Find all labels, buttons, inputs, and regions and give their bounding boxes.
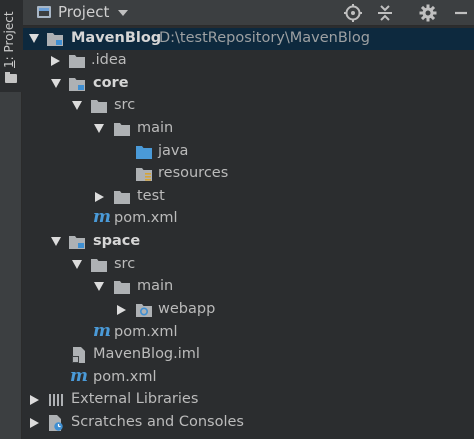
module-file-icon — [72, 347, 85, 363]
view-selector[interactable]: Project — [58, 3, 109, 21]
module-folder-icon — [69, 78, 85, 91]
pom-file-label: pom.xml — [114, 210, 178, 226]
expand-arrow-icon[interactable] — [30, 418, 39, 428]
folder-icon — [114, 191, 130, 204]
resources-folder-label: resources — [158, 165, 229, 181]
expand-arrow-icon[interactable] — [30, 395, 39, 405]
project-tool-tab[interactable]: 1: Project — [0, 0, 22, 92]
source-folder-icon — [136, 146, 152, 159]
pom-file-label: pom.xml — [93, 369, 157, 385]
folder-icon — [114, 281, 130, 294]
tree-node-space[interactable]: space — [23, 231, 474, 253]
external-libraries-label: External Libraries — [71, 391, 199, 407]
project-tool-tab-label: 1: Project — [2, 11, 16, 68]
tree-node-space-pom[interactable]: m pom.xml — [23, 321, 474, 344]
expand-arrow-icon[interactable] — [117, 305, 126, 315]
root-module-path: D:\testRepository\MavenBlog — [159, 30, 370, 46]
java-folder-label: java — [158, 143, 189, 159]
project-panel-header: Project — [23, 0, 474, 26]
expand-arrow-icon[interactable] — [72, 101, 82, 110]
module-folder-icon — [69, 236, 85, 249]
tree-node-core-src[interactable]: src — [23, 95, 474, 117]
webapp-folder-label: webapp — [158, 301, 216, 317]
tree-node-core[interactable]: core — [23, 73, 474, 95]
folder-icon — [91, 259, 107, 272]
tree-node-space-src[interactable]: src — [23, 254, 474, 276]
project-tree: MavenBlog D:\testRepository\MavenBlog .i… — [23, 27, 474, 439]
module-folder-icon — [47, 33, 63, 46]
tree-node-webapp[interactable]: webapp — [23, 299, 474, 321]
tree-node-space-main[interactable]: main — [23, 276, 474, 298]
tree-node-core-main[interactable]: main — [23, 118, 474, 140]
locate-file-button[interactable] — [343, 3, 363, 23]
scratches-label: Scratches and Consoles — [71, 414, 244, 430]
main-folder-label: main — [137, 120, 174, 136]
libraries-icon — [49, 394, 63, 406]
minimize-icon — [455, 11, 467, 15]
chevron-down-icon[interactable] — [118, 10, 128, 16]
scratches-icon — [49, 415, 63, 431]
tree-node-test[interactable]: test — [23, 186, 474, 208]
iml-file-label: MavenBlog.iml — [93, 346, 200, 362]
tree-node-root-module[interactable]: MavenBlog D:\testRepository\MavenBlog — [23, 28, 474, 50]
idea-folder-label: .idea — [91, 52, 127, 68]
expand-arrow-icon[interactable] — [95, 192, 104, 202]
collapse-all-icon — [378, 5, 392, 21]
expand-arrow-icon[interactable] — [51, 56, 60, 66]
crosshair-icon — [344, 4, 362, 22]
expand-arrow-icon[interactable] — [51, 237, 61, 246]
core-module-label: core — [93, 75, 129, 91]
project-view-icon — [37, 6, 51, 18]
expand-arrow-icon[interactable] — [94, 124, 104, 133]
collapse-all-button[interactable] — [375, 3, 395, 23]
expand-arrow-icon[interactable] — [51, 79, 61, 88]
pom-file-label: pom.xml — [114, 324, 178, 340]
tree-node-resources[interactable]: resources — [23, 163, 474, 185]
settings-button[interactable] — [418, 3, 438, 23]
tree-node-external-libraries[interactable]: External Libraries — [23, 389, 474, 411]
test-folder-label: test — [137, 188, 165, 204]
tree-node-java[interactable]: java — [23, 141, 474, 163]
expand-arrow-icon[interactable] — [94, 282, 104, 291]
tree-node-root-pom[interactable]: m pom.xml — [23, 366, 474, 389]
src-folder-label: src — [114, 256, 136, 272]
web-folder-icon — [136, 304, 152, 317]
src-folder-label: src — [114, 97, 136, 113]
maven-icon: m — [70, 366, 88, 386]
expand-arrow-icon[interactable] — [29, 34, 39, 43]
root-module-label: MavenBlog — [71, 30, 162, 46]
hide-panel-button[interactable] — [451, 3, 471, 23]
expand-arrow-icon[interactable] — [72, 260, 82, 269]
gear-icon — [419, 4, 437, 22]
resources-folder-icon — [136, 168, 152, 181]
space-module-label: space — [93, 233, 141, 249]
tree-node-scratches[interactable]: Scratches and Consoles — [23, 412, 474, 434]
maven-icon: m — [93, 207, 111, 227]
folder-icon — [91, 100, 107, 113]
maven-icon: m — [93, 321, 111, 341]
folder-icon — [114, 123, 130, 136]
folder-icon — [69, 55, 85, 68]
tree-node-iml[interactable]: MavenBlog.iml — [23, 344, 474, 366]
folder-icon — [5, 72, 17, 83]
tool-window-strip: 1: Project — [0, 0, 22, 439]
main-folder-label: main — [137, 278, 174, 294]
tree-node-core-pom[interactable]: m pom.xml — [23, 207, 474, 230]
tree-node-idea[interactable]: .idea — [23, 50, 474, 72]
